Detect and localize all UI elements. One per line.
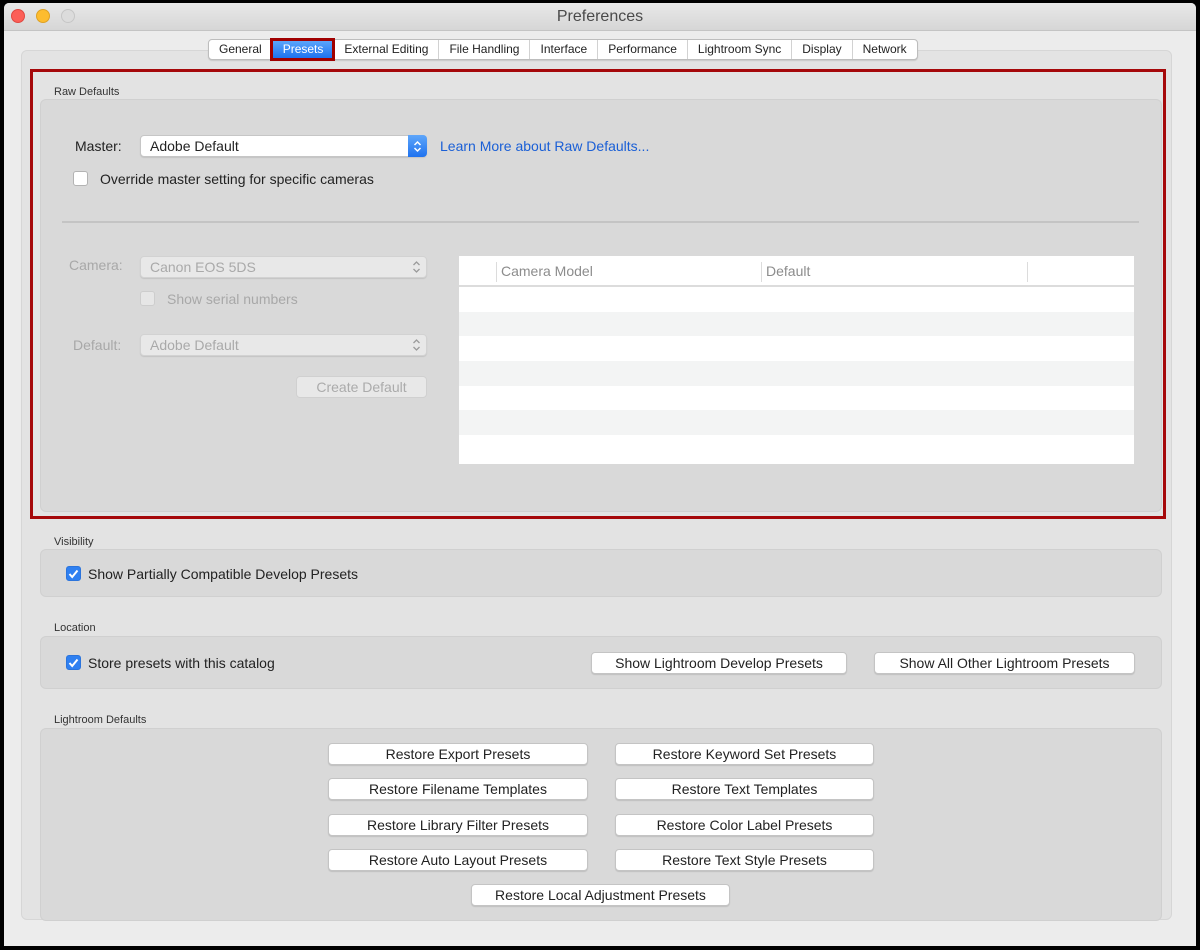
master-select-value: Adobe Default bbox=[150, 138, 239, 154]
tab-file-handling[interactable]: File Handling bbox=[438, 40, 529, 59]
learn-more-raw-defaults-link[interactable]: Learn More about Raw Defaults... bbox=[440, 138, 649, 154]
table-row bbox=[459, 287, 1134, 312]
table-header: Camera Model Default bbox=[459, 256, 1134, 287]
restore-color-label-presets-button[interactable]: Restore Color Label Presets bbox=[615, 814, 874, 836]
restore-auto-layout-presets-button[interactable]: Restore Auto Layout Presets bbox=[328, 849, 588, 871]
default-select-value: Adobe Default bbox=[150, 337, 239, 353]
checkmark-icon bbox=[68, 569, 79, 579]
show-all-other-presets-button[interactable]: Show All Other Lightroom Presets bbox=[874, 652, 1135, 674]
table-row bbox=[459, 410, 1134, 436]
restore-filename-templates-button[interactable]: Restore Filename Templates bbox=[328, 778, 588, 800]
checkmark-icon bbox=[68, 658, 79, 668]
default-label: Default: bbox=[73, 337, 122, 353]
tab-interface[interactable]: Interface bbox=[529, 40, 597, 59]
tab-general[interactable]: General bbox=[209, 40, 272, 59]
master-select[interactable]: Adobe Default bbox=[140, 135, 427, 157]
location-label: Location bbox=[54, 622, 96, 634]
column-header-camera-model[interactable]: Camera Model bbox=[496, 262, 761, 282]
restore-local-adjustment-presets-button[interactable]: Restore Local Adjustment Presets bbox=[471, 884, 730, 906]
visibility-label: Visibility bbox=[54, 536, 94, 548]
updown-chevron-icon bbox=[408, 135, 427, 157]
table-row bbox=[459, 435, 1134, 460]
tab-performance[interactable]: Performance bbox=[597, 40, 687, 59]
table-row bbox=[459, 386, 1134, 411]
table-body bbox=[459, 287, 1134, 460]
camera-label: Camera: bbox=[69, 257, 123, 273]
default-select[interactable]: Adobe Default bbox=[140, 334, 427, 356]
updown-chevron-icon bbox=[412, 259, 421, 280]
tab-lightroom-sync[interactable]: Lightroom Sync bbox=[686, 40, 791, 59]
camera-select[interactable]: Canon EOS 5DS bbox=[140, 256, 427, 278]
restore-export-presets-button[interactable]: Restore Export Presets bbox=[328, 743, 588, 765]
title-bar: Preferences bbox=[4, 3, 1196, 31]
raw-defaults-label: Raw Defaults bbox=[54, 86, 120, 98]
show-partial-compatible-checkbox[interactable] bbox=[66, 566, 81, 581]
show-partial-compatible-label: Show Partially Compatible Develop Preset… bbox=[88, 566, 359, 582]
show-lightroom-develop-presets-button[interactable]: Show Lightroom Develop Presets bbox=[591, 652, 847, 674]
camera-select-value: Canon EOS 5DS bbox=[150, 259, 256, 275]
restore-text-templates-button[interactable]: Restore Text Templates bbox=[615, 778, 874, 800]
table-row bbox=[459, 336, 1134, 361]
tab-presets[interactable]: Presets bbox=[269, 38, 336, 61]
tab-bar: General Presets External Editing File Ha… bbox=[208, 38, 918, 61]
section-divider bbox=[62, 221, 1139, 223]
master-label: Master: bbox=[75, 138, 122, 154]
table-row bbox=[459, 311, 1134, 337]
table-row bbox=[459, 361, 1134, 386]
override-master-checkbox[interactable] bbox=[73, 171, 88, 186]
column-header-empty bbox=[1027, 262, 1134, 282]
show-serial-numbers-label: Show serial numbers bbox=[167, 291, 298, 307]
updown-chevron-icon bbox=[412, 337, 421, 358]
store-presets-checkbox[interactable] bbox=[66, 655, 81, 670]
create-default-button[interactable]: Create Default bbox=[296, 376, 427, 398]
tab-external-editing[interactable]: External Editing bbox=[333, 40, 438, 59]
tab-network[interactable]: Network bbox=[851, 40, 917, 59]
override-master-label: Override master setting for specific cam… bbox=[100, 171, 374, 187]
tab-display[interactable]: Display bbox=[791, 40, 851, 59]
restore-library-filter-presets-button[interactable]: Restore Library Filter Presets bbox=[328, 814, 588, 836]
store-presets-label: Store presets with this catalog bbox=[88, 655, 275, 671]
window-title: Preferences bbox=[556, 8, 644, 25]
show-serial-numbers-checkbox[interactable] bbox=[140, 291, 155, 306]
restore-text-style-presets-button[interactable]: Restore Text Style Presets bbox=[615, 849, 874, 871]
column-header-default[interactable]: Default bbox=[761, 262, 1027, 282]
lightroom-defaults-label: Lightroom Defaults bbox=[54, 714, 147, 726]
restore-keyword-set-presets-button[interactable]: Restore Keyword Set Presets bbox=[615, 743, 874, 765]
camera-defaults-table: Camera Model Default bbox=[459, 256, 1134, 464]
